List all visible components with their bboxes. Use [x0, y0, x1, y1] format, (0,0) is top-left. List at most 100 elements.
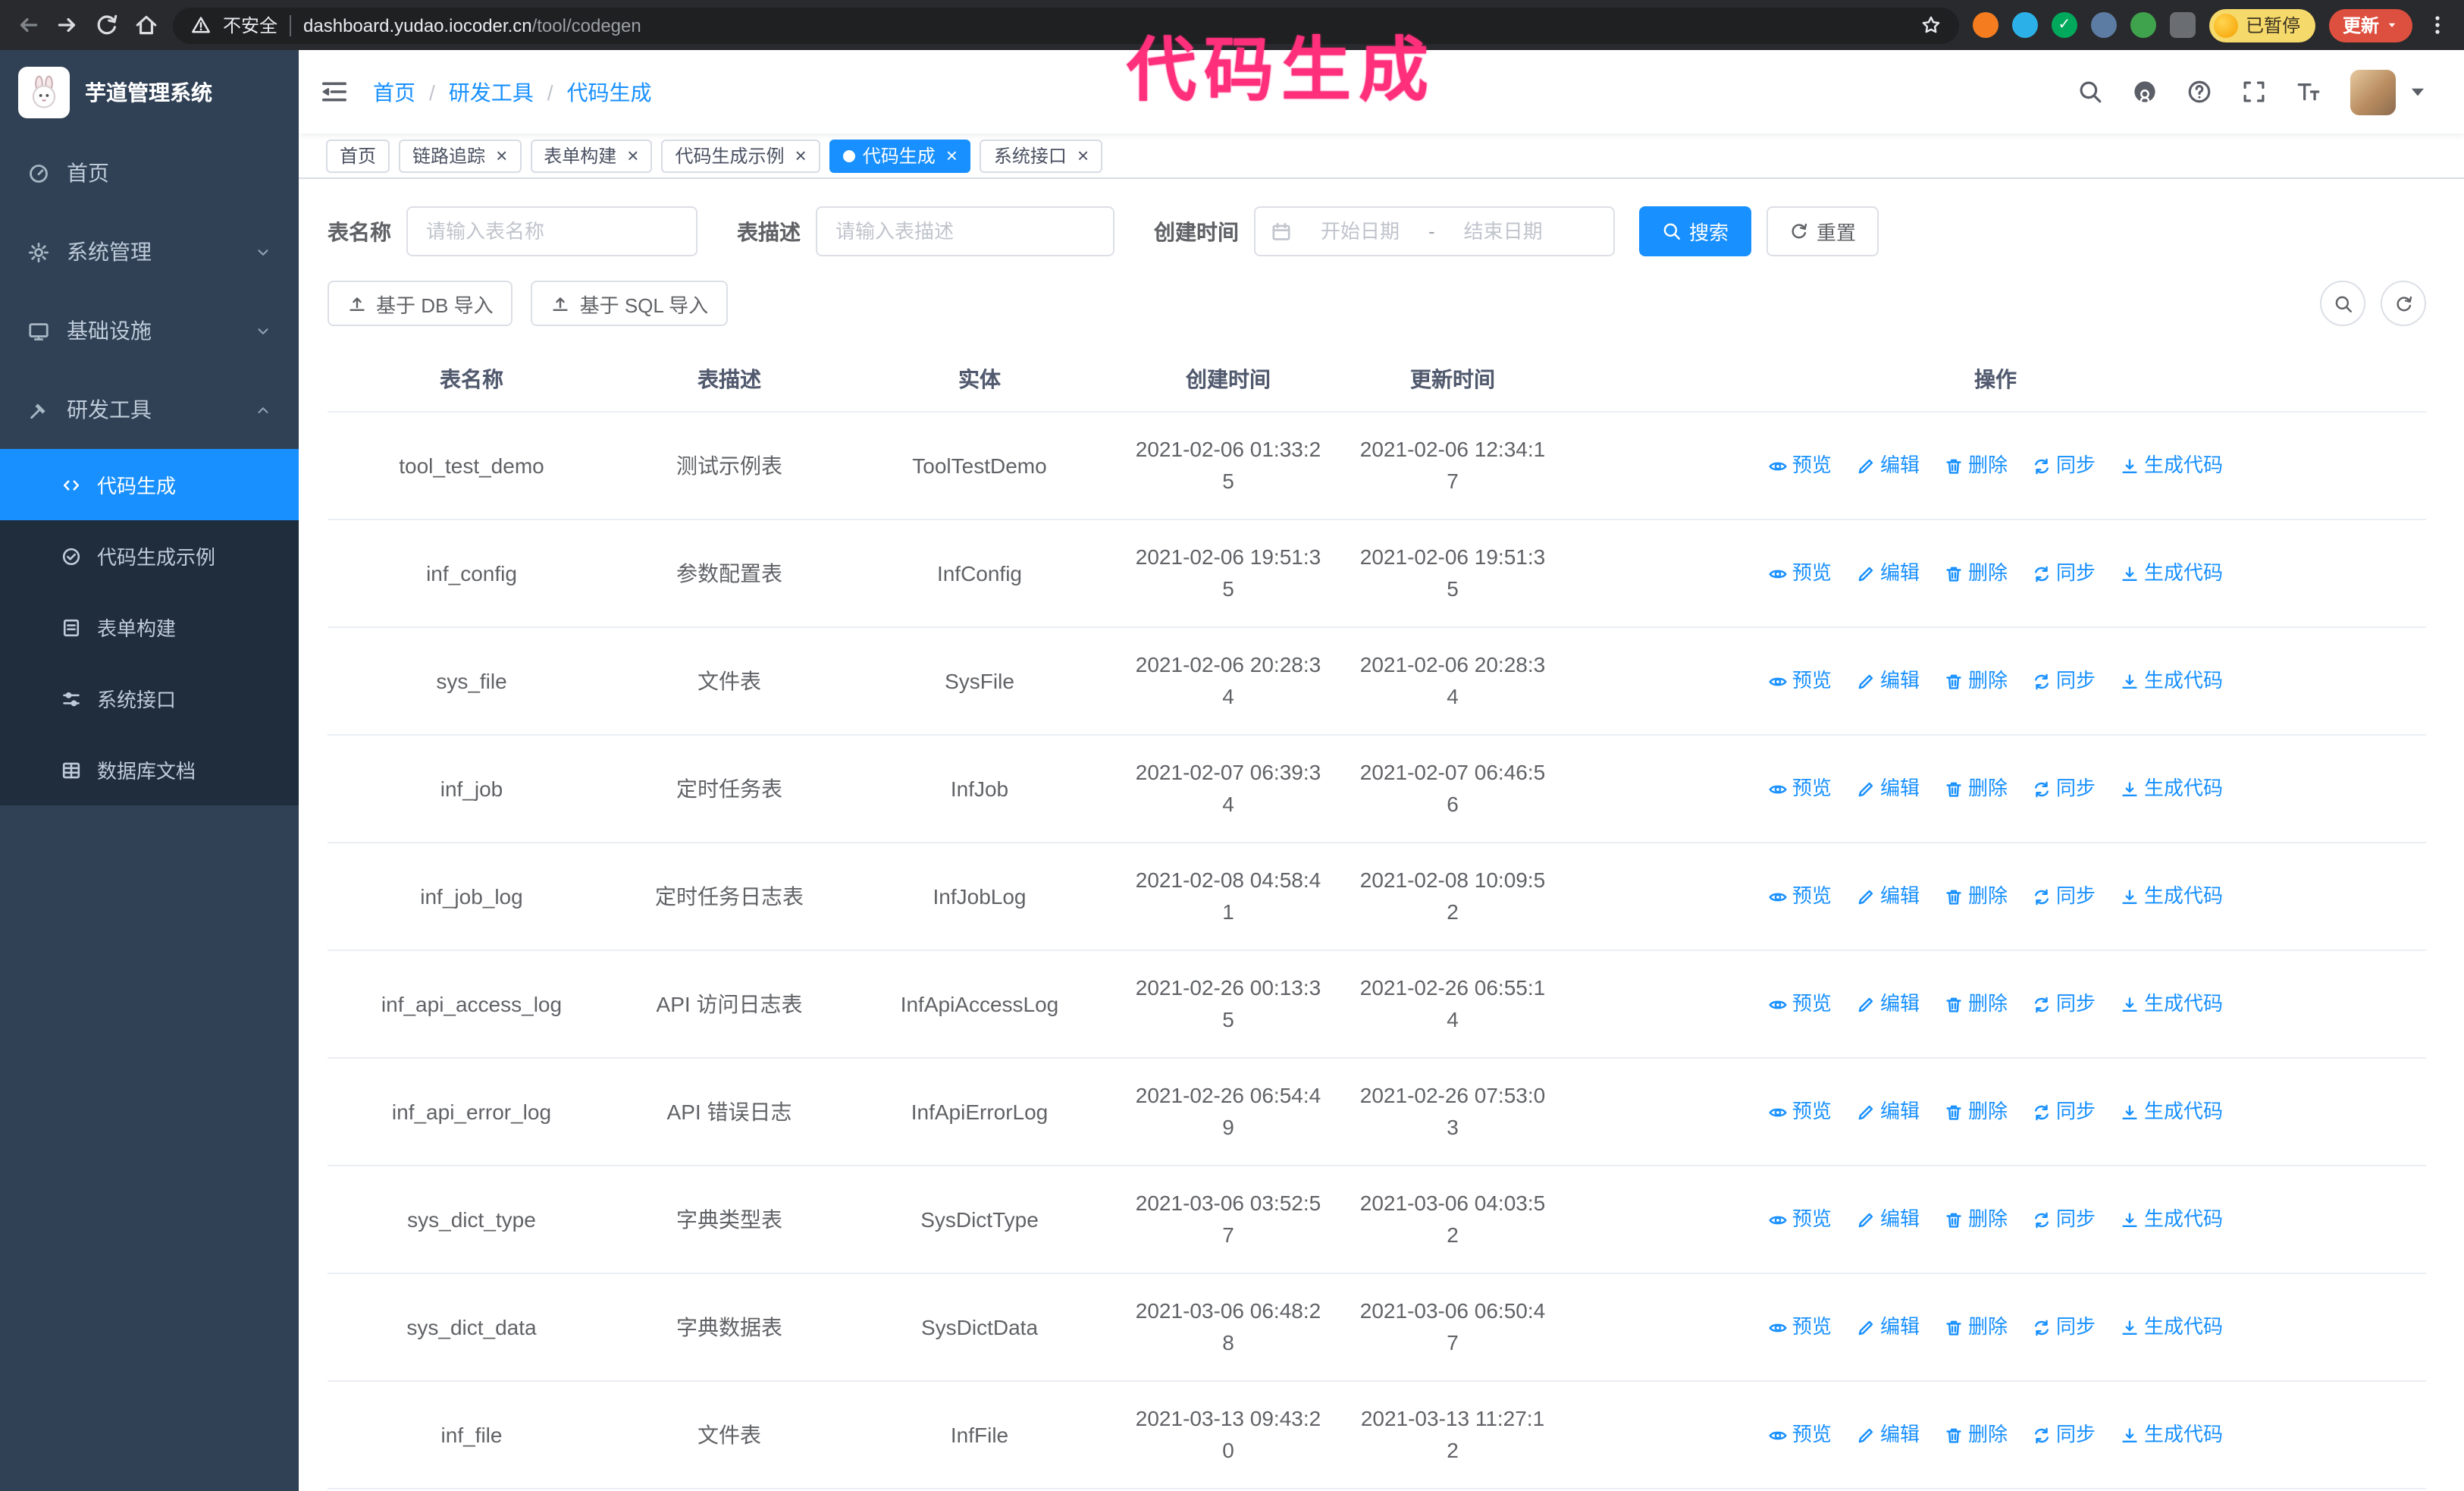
tab-item[interactable]: 代码生成示例 ×: [661, 139, 820, 172]
delete-action-link[interactable]: 删除: [1944, 774, 2008, 804]
view-action-link[interactable]: 预览: [1768, 1313, 1832, 1342]
edit-action-link[interactable]: 编辑: [1856, 882, 1920, 912]
extension-people-icon[interactable]: [2090, 12, 2117, 38]
close-tab-icon[interactable]: ×: [627, 146, 638, 165]
generate-action-link[interactable]: 生成代码: [2120, 774, 2223, 804]
view-action-link[interactable]: 预览: [1768, 451, 1832, 481]
generate-action-link[interactable]: 生成代码: [2120, 1205, 2223, 1235]
edit-action-link[interactable]: 编辑: [1856, 990, 1920, 1019]
help-icon[interactable]: [2187, 79, 2212, 105]
sidebar-item-gear[interactable]: 系统管理: [0, 212, 299, 291]
sidebar-subitem-form[interactable]: 表单构建: [0, 592, 299, 663]
sidebar-item-monitor[interactable]: 基础设施: [0, 291, 299, 370]
sync-action-link[interactable]: 同步: [2032, 559, 2096, 589]
sidebar-subitem-sliders[interactable]: 系统接口: [0, 663, 299, 734]
breadcrumb-item[interactable]: 研发工具: [449, 77, 534, 107]
delete-action-link[interactable]: 删除: [1944, 1313, 2008, 1342]
generate-action-link[interactable]: 生成代码: [2120, 451, 2223, 481]
import-db-button[interactable]: 基于 DB 导入: [328, 281, 513, 326]
extension-drop-icon[interactable]: [2011, 12, 2038, 38]
edit-action-link[interactable]: 编辑: [1856, 1205, 1920, 1235]
browser-back-icon[interactable]: [15, 12, 41, 38]
extension-leaf-icon[interactable]: [2130, 12, 2156, 38]
view-action-link[interactable]: 预览: [1768, 774, 1832, 804]
generate-action-link[interactable]: 生成代码: [2120, 1313, 2223, 1342]
view-action-link[interactable]: 预览: [1768, 1097, 1832, 1127]
browser-forward-icon[interactable]: [55, 12, 80, 38]
generate-action-link[interactable]: 生成代码: [2120, 1097, 2223, 1127]
view-action-link[interactable]: 预览: [1768, 990, 1832, 1019]
breadcrumb-item[interactable]: 代码生成: [567, 77, 652, 107]
generate-action-link[interactable]: 生成代码: [2120, 882, 2223, 912]
bookmark-star-icon[interactable]: [1921, 15, 1941, 35]
close-tab-icon[interactable]: ×: [795, 146, 807, 165]
user-menu[interactable]: [2350, 69, 2431, 115]
close-tab-icon[interactable]: ×: [1077, 146, 1089, 165]
github-icon[interactable]: [2132, 79, 2158, 105]
edit-action-link[interactable]: 编辑: [1856, 667, 1920, 696]
generate-action-link[interactable]: 生成代码: [2120, 559, 2223, 589]
end-date-input[interactable]: [1440, 220, 1566, 243]
sidebar-collapse-icon[interactable]: [320, 77, 349, 106]
generate-action-link[interactable]: 生成代码: [2120, 990, 2223, 1019]
view-action-link[interactable]: 预览: [1768, 559, 1832, 589]
start-date-input[interactable]: [1298, 220, 1422, 243]
edit-action-link[interactable]: 编辑: [1856, 774, 1920, 804]
delete-action-link[interactable]: 删除: [1944, 990, 2008, 1019]
edit-action-link[interactable]: 编辑: [1856, 1097, 1920, 1127]
browser-home-icon[interactable]: [133, 12, 159, 38]
address-bar[interactable]: 不安全 dashboard.yudao.iocoder.cn/tool/code…: [173, 7, 1959, 43]
view-action-link[interactable]: 预览: [1768, 1205, 1832, 1235]
fullscreen-icon[interactable]: [2241, 79, 2267, 105]
search-icon[interactable]: [2077, 79, 2103, 105]
delete-action-link[interactable]: 删除: [1944, 667, 2008, 696]
sync-action-link[interactable]: 同步: [2032, 990, 2096, 1019]
extensions-puzzle-icon[interactable]: [2169, 12, 2196, 38]
reset-button[interactable]: 重置: [1766, 206, 1879, 256]
sync-action-link[interactable]: 同步: [2032, 774, 2096, 804]
delete-action-link[interactable]: 删除: [1944, 1420, 2008, 1450]
tab-item[interactable]: 首页: [326, 139, 390, 172]
delete-action-link[interactable]: 删除: [1944, 1205, 2008, 1235]
toggle-search-button[interactable]: [2320, 281, 2365, 326]
close-tab-icon[interactable]: ×: [496, 146, 507, 165]
sync-action-link[interactable]: 同步: [2032, 1097, 2096, 1127]
sync-action-link[interactable]: 同步: [2032, 451, 2096, 481]
edit-action-link[interactable]: 编辑: [1856, 451, 1920, 481]
delete-action-link[interactable]: 删除: [1944, 451, 2008, 481]
browser-update-button[interactable]: 更新: [2328, 8, 2412, 42]
extension-orange-icon[interactable]: [1972, 12, 1998, 38]
sidebar-subitem-badge[interactable]: 代码生成示例: [0, 520, 299, 592]
delete-action-link[interactable]: 删除: [1944, 882, 2008, 912]
sidebar-subitem-grid[interactable]: 数据库文档: [0, 734, 299, 805]
font-size-icon[interactable]: [2296, 79, 2321, 105]
view-action-link[interactable]: 预览: [1768, 667, 1832, 696]
view-action-link[interactable]: 预览: [1768, 882, 1832, 912]
import-sql-button[interactable]: 基于 SQL 导入: [531, 281, 729, 326]
app-logo[interactable]: 芋道管理系统: [0, 50, 299, 133]
sidebar-item-home[interactable]: 首页: [0, 133, 299, 212]
sync-action-link[interactable]: 同步: [2032, 1420, 2096, 1450]
sync-action-link[interactable]: 同步: [2032, 667, 2096, 696]
edit-action-link[interactable]: 编辑: [1856, 1313, 1920, 1342]
close-tab-icon[interactable]: ×: [946, 146, 958, 165]
browser-menu-icon[interactable]: [2426, 14, 2449, 36]
view-action-link[interactable]: 预览: [1768, 1420, 1832, 1450]
delete-action-link[interactable]: 删除: [1944, 1097, 2008, 1127]
refresh-table-button[interactable]: [2381, 281, 2426, 326]
profile-sync-paused-chip[interactable]: 已暂停: [2209, 8, 2315, 42]
breadcrumb-item[interactable]: 首页: [373, 77, 415, 107]
table-desc-input[interactable]: [816, 206, 1114, 256]
sidebar-item-tools[interactable]: 研发工具: [0, 370, 299, 449]
edit-action-link[interactable]: 编辑: [1856, 559, 1920, 589]
tab-item[interactable]: 链路追踪 ×: [399, 139, 522, 172]
generate-action-link[interactable]: 生成代码: [2120, 667, 2223, 696]
search-button[interactable]: 搜索: [1639, 206, 1752, 256]
edit-action-link[interactable]: 编辑: [1856, 1420, 1920, 1450]
table-name-input[interactable]: [406, 206, 698, 256]
sync-action-link[interactable]: 同步: [2032, 882, 2096, 912]
delete-action-link[interactable]: 删除: [1944, 559, 2008, 589]
date-range-picker[interactable]: -: [1254, 206, 1615, 256]
sidebar-subitem-code[interactable]: 代码生成: [0, 449, 299, 520]
generate-action-link[interactable]: 生成代码: [2120, 1420, 2223, 1450]
